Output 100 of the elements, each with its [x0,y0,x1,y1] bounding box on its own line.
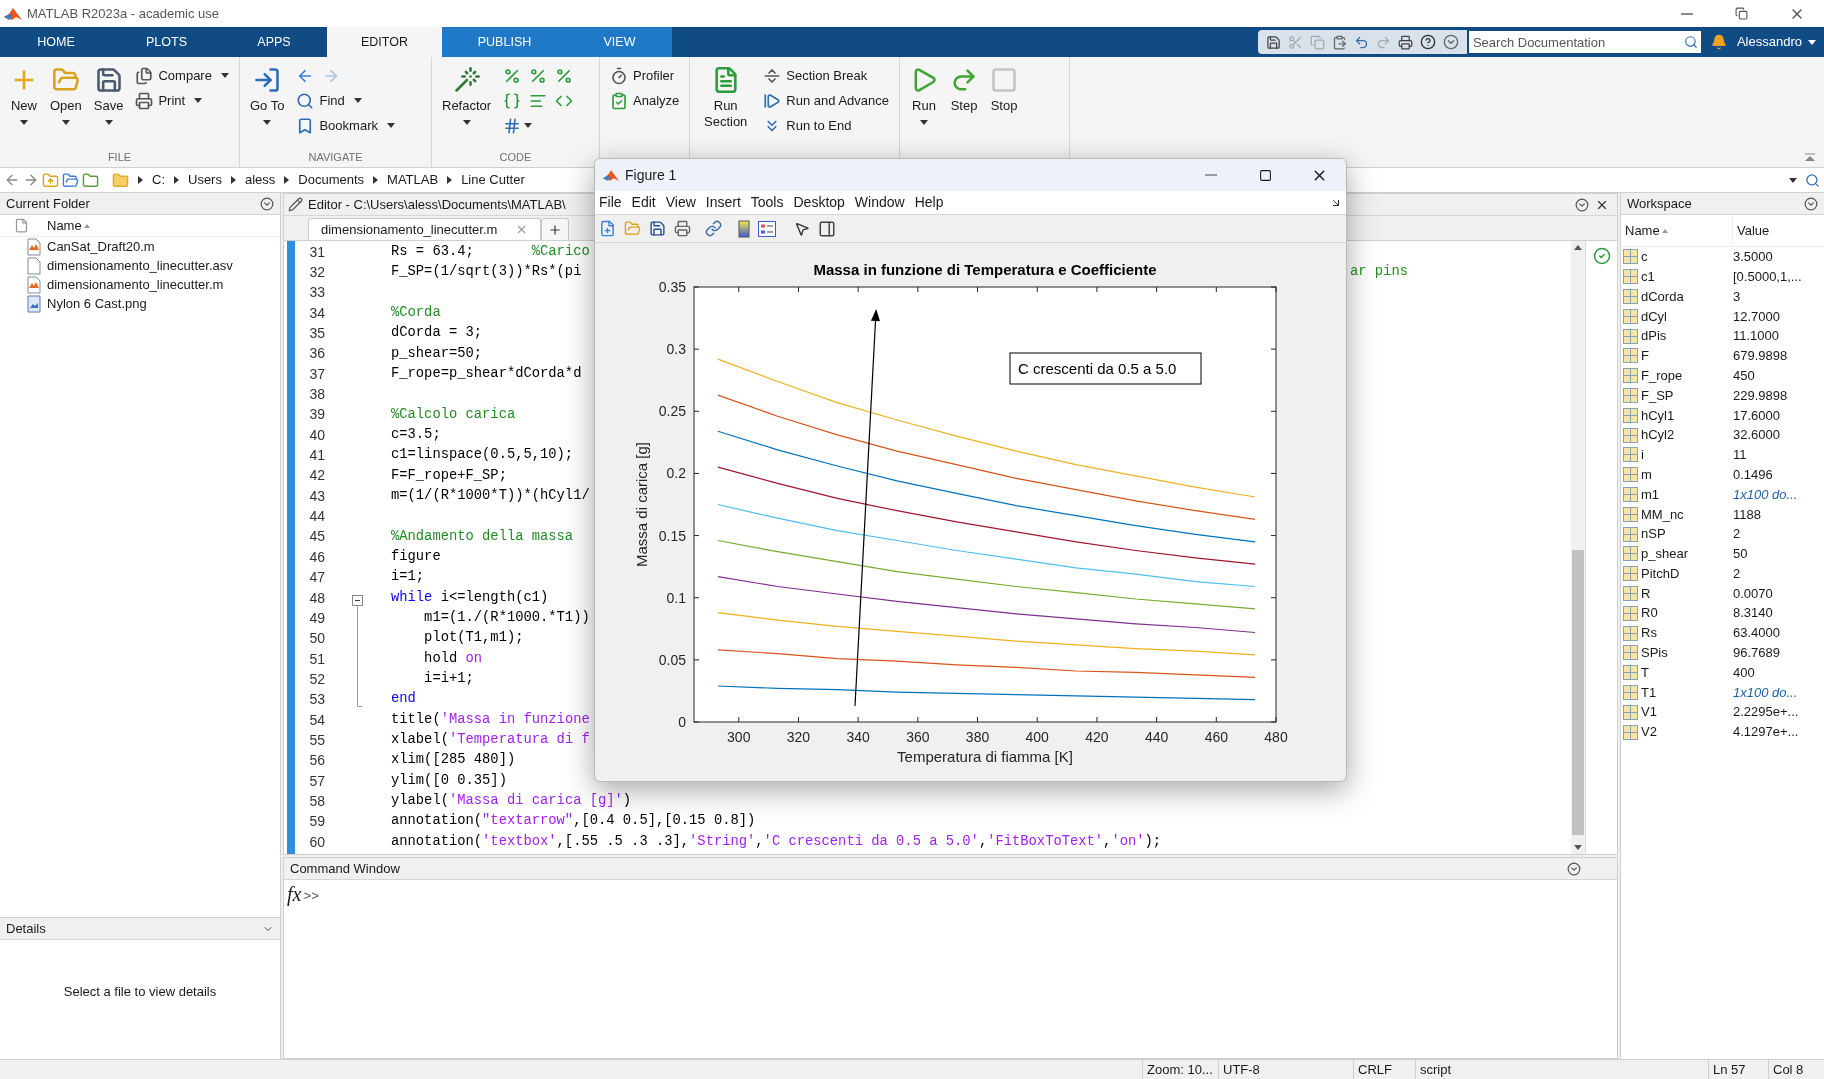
toolstrip-button[interactable]: Section Break [761,64,870,87]
variable-name[interactable]: R0 [1641,603,1733,623]
menu-item[interactable]: Desktop [793,192,845,214]
legend-icon[interactable] [758,220,776,237]
dropdown-icon[interactable] [260,196,274,211]
toolstrip-button[interactable]: Run Section [698,62,754,130]
folder-up-icon[interactable] [42,171,59,189]
colorbar-icon[interactable] [738,219,750,238]
toolstrip-button[interactable]: Compare [133,64,231,87]
variable-name[interactable]: F_rope [1641,365,1733,386]
scrollbar-thumb[interactable] [1572,550,1584,835]
variable-name[interactable]: i [1641,445,1733,465]
new-tab-button[interactable] [541,218,570,240]
menu-item[interactable]: Help [914,192,944,214]
column-header[interactable]: Name [47,215,82,236]
help-icon[interactable] [1419,34,1436,50]
search-icon[interactable] [1805,172,1820,188]
ribbon-tab[interactable]: APPS [221,27,327,57]
ribbon-tab[interactable]: EDITOR [327,27,442,57]
toolstrip-button[interactable]: Open [48,62,84,125]
folder-icon[interactable] [82,171,99,189]
file-tab[interactable]: dimensionamento_linecutter.m [308,218,542,240]
menu-item[interactable]: Insert [705,192,741,214]
dropdown-icon[interactable] [1567,861,1581,876]
menu-item[interactable]: View [665,192,696,214]
toolstrip-button[interactable]: Go To [248,62,287,125]
undo-icon[interactable] [1353,34,1369,50]
menu-item[interactable]: File [599,192,622,214]
toolstrip-button[interactable]: Analyze [608,89,682,112]
toolstrip-button[interactable]: Run and Advance [761,89,891,112]
variable-name[interactable]: V1 [1641,702,1733,722]
breadcrumb[interactable]: Users [188,170,222,190]
panel-icon[interactable] [818,219,836,238]
variable-name[interactable]: SPis [1641,643,1733,663]
forward-arrow-icon[interactable] [23,172,39,188]
fold-marker-drawing[interactable] [352,595,363,707]
command-prompt[interactable]: >> [303,887,320,907]
scroll-up-icon[interactable] [1574,245,1582,250]
toolstrip-button[interactable]: Run to End [761,114,854,137]
breadcrumb[interactable]: Documents [298,170,365,190]
dropdown-icon[interactable] [1442,34,1459,50]
breadcrumb[interactable]: Line Cutter [461,170,525,190]
search-field[interactable]: Search Documentation [1468,31,1681,53]
column-header[interactable]: Name [1625,220,1660,241]
file-name[interactable]: dimensionamento_linecutter.m [47,274,224,295]
breadcrumb[interactable]: C: [152,170,165,190]
variable-name[interactable]: Rs [1641,623,1733,643]
user-menu[interactable]: Alessandro [1736,32,1816,52]
scroll-down-icon[interactable] [1574,845,1582,850]
folder-icon[interactable] [624,220,641,238]
toolstrip-button[interactable]: Save [91,62,126,125]
dropdown-icon[interactable] [1575,197,1589,212]
toolstrip-button[interactable]: Profiler [608,64,677,87]
ribbon-tab[interactable]: PUBLISH [442,27,567,57]
link-icon[interactable] [705,220,722,238]
file-name[interactable]: Nylon 6 Cast.png [47,293,147,314]
new-file-icon[interactable] [599,220,616,238]
variable-name[interactable]: hCyl1 [1641,405,1733,425]
column-header[interactable]: Value [1737,220,1770,241]
toolstrip-button[interactable]: Refactor [440,62,494,125]
collapse-icon[interactable] [1804,153,1816,163]
toolstrip-button[interactable]: Run [908,62,940,125]
toolstrip-button[interactable]: New [8,62,40,125]
toolstrip-button[interactable]: Find [294,89,364,112]
toolstrip-button[interactable]: Step [948,62,980,114]
search-icon[interactable] [1683,35,1698,49]
breadcrumb[interactable]: aless [244,170,276,190]
pointer-icon[interactable] [794,220,810,237]
variable-name[interactable]: c1 [1641,266,1733,287]
scrollbar[interactable] [1571,241,1585,854]
menu-item[interactable]: Tools [750,192,784,214]
clipboard-icon[interactable] [1331,34,1347,50]
variable-name[interactable]: dPis [1641,326,1733,346]
menu-item[interactable]: Edit [631,192,656,214]
file-name[interactable]: CanSat_Draft20.m [47,236,155,257]
dropdown-icon[interactable] [1804,196,1818,211]
variable-name[interactable]: PitchD [1641,563,1733,584]
variable-name[interactable]: m [1641,464,1733,485]
toolstrip-button[interactable]: Bookmark [294,114,397,137]
back-arrow-icon[interactable] [4,172,20,188]
file-name[interactable]: dimensionamento_linecutter.asv [47,255,233,276]
variable-name[interactable]: nSP [1641,524,1733,544]
variable-name[interactable]: hCyl2 [1641,425,1733,445]
bell-icon[interactable] [1710,34,1727,50]
breadcrumb[interactable]: MATLAB [387,170,439,190]
variable-name[interactable]: T1 [1641,682,1733,703]
folder-icon[interactable] [62,171,79,189]
variable-name[interactable]: F [1641,346,1733,366]
variable-name[interactable]: c [1641,247,1733,267]
printer-icon[interactable] [674,220,691,238]
variable-name[interactable]: dCyl [1641,306,1733,327]
toolstrip-button[interactable]: Print [133,89,205,112]
ribbon-tab[interactable]: PLOTS [112,27,221,57]
variable-name[interactable]: V2 [1641,722,1733,742]
menu-item[interactable]: Window [854,192,905,214]
function-browser-button[interactable]: fx [287,884,302,904]
ribbon-tab[interactable]: HOME [0,27,112,57]
ribbon-tab[interactable]: VIEW [567,27,672,57]
variable-name[interactable]: MM_nc [1641,504,1733,524]
variable-name[interactable]: R [1641,583,1733,604]
